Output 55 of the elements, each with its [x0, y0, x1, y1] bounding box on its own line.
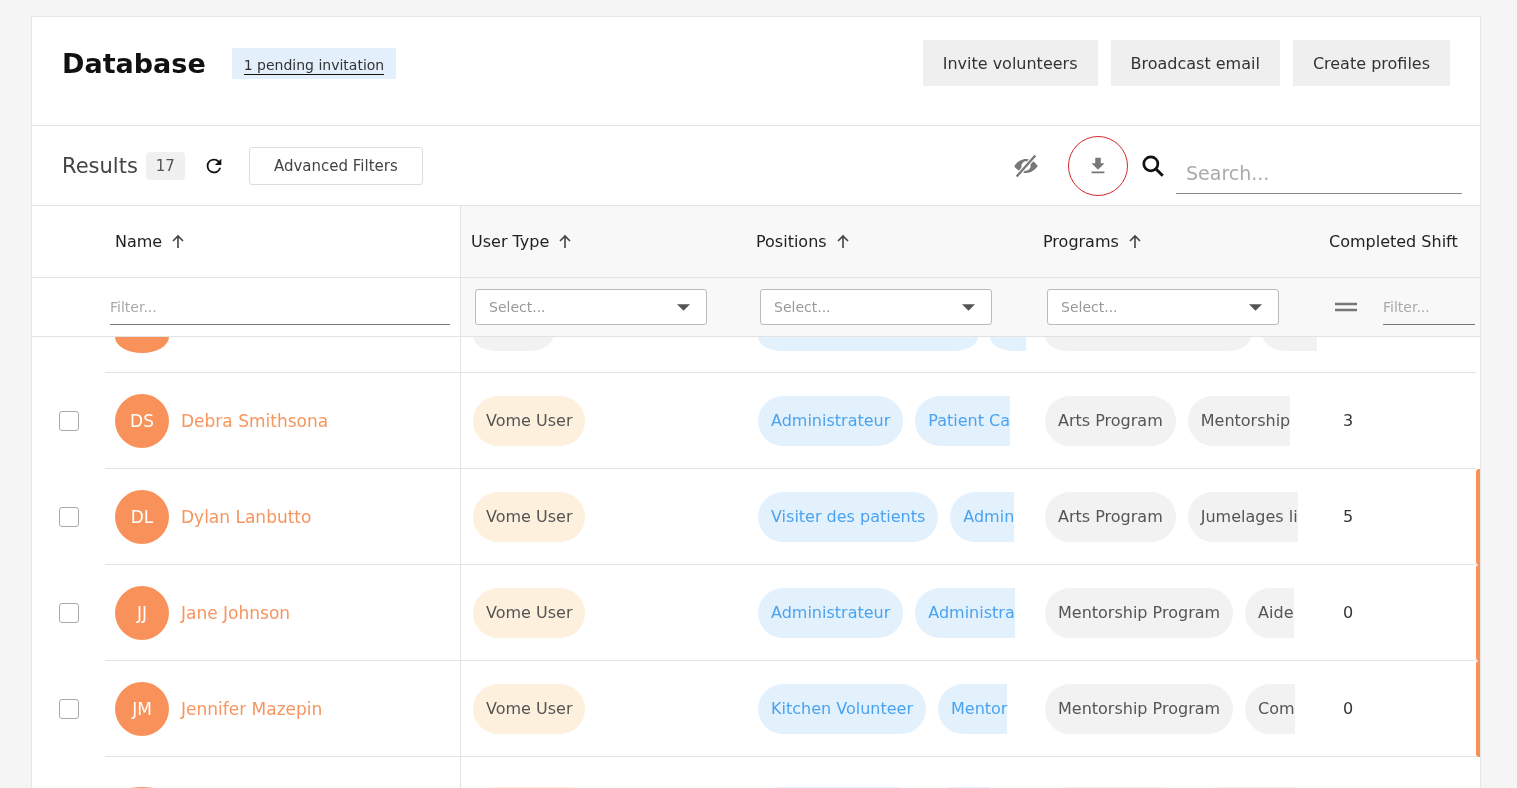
column-header[interactable]: User Type	[461, 206, 746, 277]
position-tag: Administrateur	[758, 587, 904, 638]
action-button[interactable]: Invite volunteers	[922, 40, 1098, 86]
position-tag: Administra	[915, 587, 1015, 638]
avatar: JJ	[115, 585, 169, 640]
position-tag: Mentor	[938, 683, 1008, 734]
position-tag: Kitchen Volunteer	[758, 683, 926, 734]
avatar	[115, 337, 169, 353]
completed-shifts-value: 0	[1343, 699, 1354, 718]
caret-icon	[1249, 303, 1262, 311]
position-tag: Patient Ca	[915, 395, 1011, 446]
completed-shifts-value: 0	[1343, 603, 1354, 622]
program-tag: Com	[1245, 683, 1295, 734]
action-button[interactable]: Create profiles	[1292, 40, 1450, 86]
position-tag: Visiter des patients	[758, 491, 939, 542]
page-title: Database	[62, 47, 206, 79]
row-checkbox[interactable]	[58, 603, 79, 623]
results-label: Results	[62, 153, 138, 178]
column-header[interactable]: Completed Shift	[1319, 206, 1476, 277]
user-type-tag: Vome User	[473, 587, 586, 638]
user-type-tag: Vome User	[473, 491, 586, 542]
tag-chip	[1263, 337, 1317, 351]
completed-shifts-value: 5	[1343, 507, 1354, 526]
search-icon	[1140, 152, 1166, 179]
eye-slash-icon[interactable]	[1012, 151, 1040, 180]
program-tag: Mentorship Program	[1045, 683, 1234, 734]
row-checkbox[interactable]	[58, 411, 79, 431]
program-tag: Mentorship Program	[1045, 587, 1234, 638]
completed-shifts-value: 3	[1343, 411, 1354, 430]
name-filter-field[interactable]: Filter...	[110, 289, 450, 325]
equals-icon[interactable]	[1335, 302, 1357, 312]
position-tag: Administrateur	[758, 395, 904, 446]
program-tag: Arts Program	[1045, 395, 1176, 446]
column-header[interactable]: Programs	[1033, 206, 1319, 277]
user-type-tag: Vome User	[473, 683, 586, 734]
action-button[interactable]: Broadcast email	[1110, 40, 1280, 86]
user-type-tag: Vome User	[473, 395, 586, 446]
avatar: JM	[115, 681, 169, 736]
caret-icon	[962, 303, 975, 311]
program-tag: Mentorship	[1187, 395, 1291, 446]
avatar: DS	[115, 393, 169, 448]
caret-icon	[677, 303, 690, 311]
shifts-filter-field[interactable]: Filter...	[1383, 289, 1475, 325]
program-tag: Arts Program	[1045, 491, 1176, 542]
program-tag: Jumelages li	[1187, 491, 1298, 542]
column-header[interactable]: Positions	[746, 206, 1033, 277]
position-tag: Admin	[950, 491, 1015, 542]
results-count: 17	[145, 151, 185, 180]
avatar: DL	[115, 489, 169, 544]
row-checkbox[interactable]	[58, 507, 79, 527]
row-checkbox[interactable]	[58, 699, 79, 719]
advanced-filters-button[interactable]: Advanced Filters	[248, 146, 423, 185]
tag-chip	[990, 337, 1026, 351]
program-tag: Aide	[1245, 587, 1294, 638]
pending-invitation-link[interactable]: 1 pending invitation	[243, 56, 385, 75]
